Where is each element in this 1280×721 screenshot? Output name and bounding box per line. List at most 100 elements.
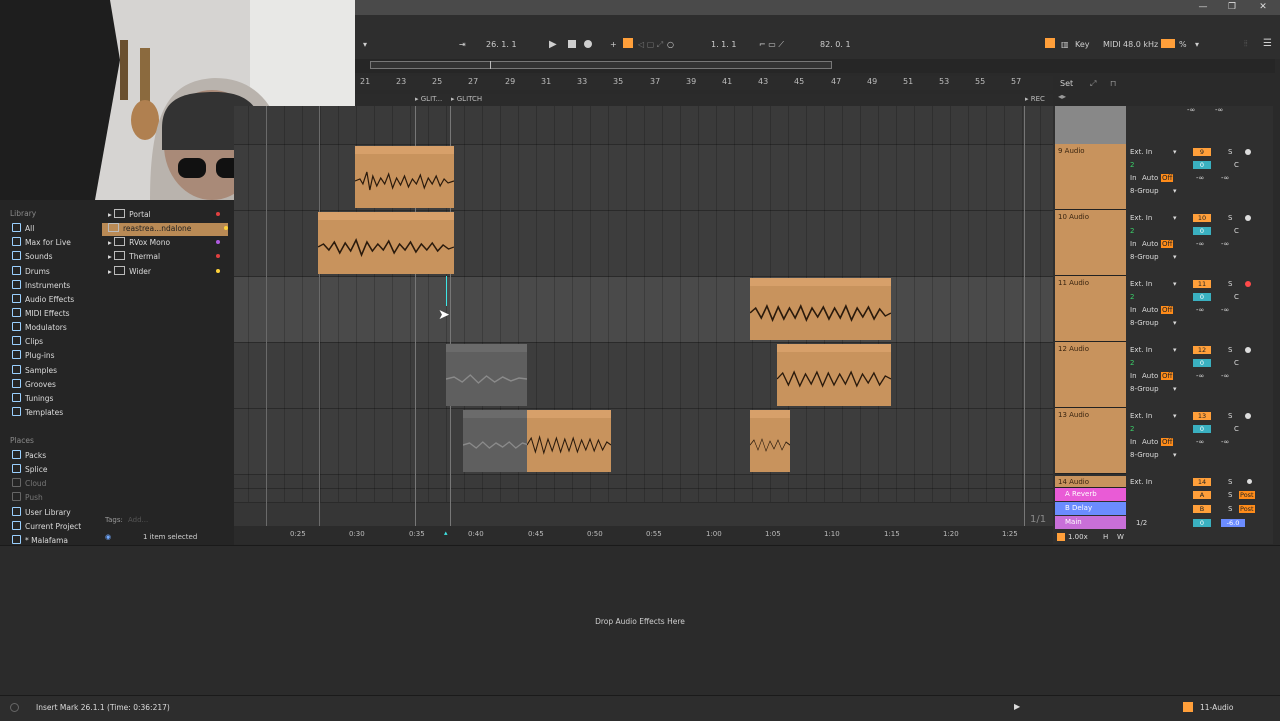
- sidebar-item-packs[interactable]: Packs: [12, 450, 46, 463]
- main-header[interactable]: Main: [1055, 516, 1126, 529]
- volume-field[interactable]: 0: [1193, 425, 1211, 433]
- beat-ruler[interactable]: 21 23 25 27 29 31 33 35 37 39 41 43 45 4…: [355, 76, 1053, 90]
- channel-select[interactable]: 2: [1130, 425, 1134, 433]
- chevron-down-icon[interactable]: ▾: [1195, 40, 1199, 49]
- rec-marker[interactable]: ▸ REC: [1025, 95, 1045, 103]
- monitor-auto[interactable]: Auto: [1142, 438, 1158, 446]
- arrangement-position[interactable]: 26. 1. 1: [486, 40, 517, 49]
- track-number[interactable]: 10: [1193, 214, 1211, 222]
- return-a-header[interactable]: A Reverb: [1055, 488, 1126, 501]
- sidebar-item-midi-effects[interactable]: MIDI Effects: [12, 308, 70, 321]
- channel-select[interactable]: 2: [1130, 293, 1134, 301]
- play-icon[interactable]: ▶: [1014, 702, 1020, 711]
- input-select[interactable]: Ext. In: [1130, 478, 1152, 486]
- track-header[interactable]: 13 Audio: [1055, 408, 1126, 474]
- track-header[interactable]: 9 Audio: [1055, 144, 1126, 210]
- volume-readout[interactable]: -∞: [1196, 174, 1204, 182]
- group-header[interactable]: [1055, 106, 1126, 144]
- audio-clip[interactable]: Audio 16: [318, 212, 454, 274]
- output-select[interactable]: 8-Group: [1130, 187, 1159, 195]
- chevron-down-icon[interactable]: ▾: [1173, 148, 1177, 156]
- audio-clip[interactable]: Audio 22: [355, 146, 454, 208]
- loop-length-field[interactable]: 82. 0. 1: [820, 40, 851, 49]
- sidebar-item-modulators[interactable]: Modulators: [12, 322, 67, 335]
- sidebar-item-grooves[interactable]: Grooves: [12, 379, 56, 392]
- arm-icon[interactable]: [1245, 215, 1251, 221]
- volume-readout[interactable]: -∞: [1196, 306, 1204, 314]
- track-number[interactable]: 14: [1193, 478, 1211, 486]
- input-select[interactable]: Ext. In: [1130, 280, 1152, 288]
- return-letter[interactable]: A: [1193, 491, 1211, 499]
- input-select[interactable]: Ext. In: [1130, 412, 1152, 420]
- monitor-in[interactable]: In: [1130, 174, 1137, 182]
- fold-icon[interactable]: [1057, 533, 1065, 541]
- pan-field[interactable]: C: [1234, 425, 1239, 433]
- volume-field[interactable]: 0: [1193, 359, 1211, 367]
- monitor-in[interactable]: In: [1130, 438, 1137, 446]
- key-map-button[interactable]: Key: [1075, 40, 1090, 49]
- track-number[interactable]: 11: [1193, 280, 1211, 288]
- chevron-down-icon[interactable]: ▾: [1173, 451, 1177, 459]
- main-db[interactable]: -6.0: [1221, 519, 1245, 527]
- monitor-off[interactable]: Off: [1161, 240, 1174, 248]
- volume-field[interactable]: 0: [1193, 227, 1211, 235]
- audio-clip[interactable]: Audio 7: [777, 344, 891, 406]
- arrangement-overview[interactable]: [355, 59, 1275, 73]
- chevron-down-icon[interactable]: ▾: [363, 40, 367, 49]
- return-b-header[interactable]: B Delay: [1055, 502, 1126, 515]
- sidebar-item-samples[interactable]: Samples: [12, 365, 57, 378]
- solo-button[interactable]: S: [1228, 214, 1232, 222]
- volume-readout[interactable]: -∞: [1196, 240, 1204, 248]
- zoom-level[interactable]: 1.00x: [1068, 533, 1088, 541]
- audio-clip[interactable]: Audio 3: [750, 410, 790, 472]
- arm-icon[interactable]: [1247, 479, 1252, 484]
- track-header[interactable]: 14 Audio: [1055, 476, 1126, 488]
- arm-icon[interactable]: [1245, 413, 1251, 419]
- audio-clip[interactable]: Audio 9: [527, 410, 611, 472]
- pan-field[interactable]: C: [1234, 359, 1239, 367]
- device-view[interactable]: Drop Audio Effects Here: [0, 545, 1280, 696]
- audio-clip-muted[interactable]: Audio 7: [446, 344, 527, 406]
- post-button[interactable]: Post: [1239, 505, 1255, 513]
- volume-readout[interactable]: -∞: [1187, 106, 1195, 114]
- sidebar-item-audio-effects[interactable]: Audio Effects: [12, 294, 74, 307]
- chevron-down-icon[interactable]: ▾: [1173, 253, 1177, 261]
- solo-button[interactable]: S: [1228, 478, 1232, 486]
- chevron-down-icon[interactable]: ▾: [1173, 385, 1177, 393]
- stop-icon[interactable]: [568, 40, 576, 48]
- arm-icon[interactable]: [1245, 149, 1251, 155]
- monitor-in[interactable]: In: [1130, 240, 1137, 248]
- monitor-off[interactable]: Off: [1161, 372, 1174, 380]
- monitor-auto[interactable]: Auto: [1142, 174, 1158, 182]
- file-item-rvox-mono[interactable]: ▸ RVox Mono: [108, 237, 220, 250]
- channel-select[interactable]: 2: [1130, 161, 1134, 169]
- track-header[interactable]: 12 Audio: [1055, 342, 1126, 408]
- midi-map-button[interactable]: MIDI: [1103, 40, 1121, 49]
- file-item-reastream[interactable]: reastrea...ndalone: [102, 223, 228, 236]
- sidebar-item-max-for-live[interactable]: Max for Live: [12, 237, 71, 250]
- output-select[interactable]: 8-Group: [1130, 451, 1159, 459]
- solo-button[interactable]: S: [1228, 148, 1232, 156]
- monitor-auto[interactable]: Auto: [1142, 372, 1158, 380]
- input-select[interactable]: Ext. In: [1130, 346, 1152, 354]
- pan-field[interactable]: C: [1234, 161, 1239, 169]
- chevron-down-icon[interactable]: ▾: [1173, 319, 1177, 327]
- pan-field[interactable]: C: [1234, 227, 1239, 235]
- chevron-down-icon[interactable]: ▾: [1173, 346, 1177, 354]
- channel-select[interactable]: 2: [1130, 359, 1134, 367]
- automation-arm-icon[interactable]: [623, 38, 633, 48]
- volume-readout[interactable]: -∞: [1196, 438, 1204, 446]
- solo-button[interactable]: S: [1228, 412, 1232, 420]
- track-header[interactable]: 11 Audio: [1055, 276, 1126, 342]
- sidebar-item-push[interactable]: Push: [12, 492, 43, 505]
- status-indicator-icon[interactable]: [10, 703, 19, 712]
- sidebar-item-cloud[interactable]: Cloud: [12, 478, 46, 491]
- track-number[interactable]: 12: [1193, 346, 1211, 354]
- track-header[interactable]: 10 Audio: [1055, 210, 1126, 276]
- locator-lane[interactable]: ▸ GLIT... ▸ GLITCH ▸ REC: [355, 94, 1053, 106]
- audio-clip[interactable]: Audio 2: [750, 278, 891, 340]
- loop-switch-icon[interactable]: ⌐ ▭ ⟋: [759, 40, 784, 50]
- play-icon[interactable]: ▶: [549, 39, 557, 50]
- solo-button[interactable]: S: [1228, 505, 1232, 513]
- sidebar-item-tunings[interactable]: Tunings: [12, 393, 53, 406]
